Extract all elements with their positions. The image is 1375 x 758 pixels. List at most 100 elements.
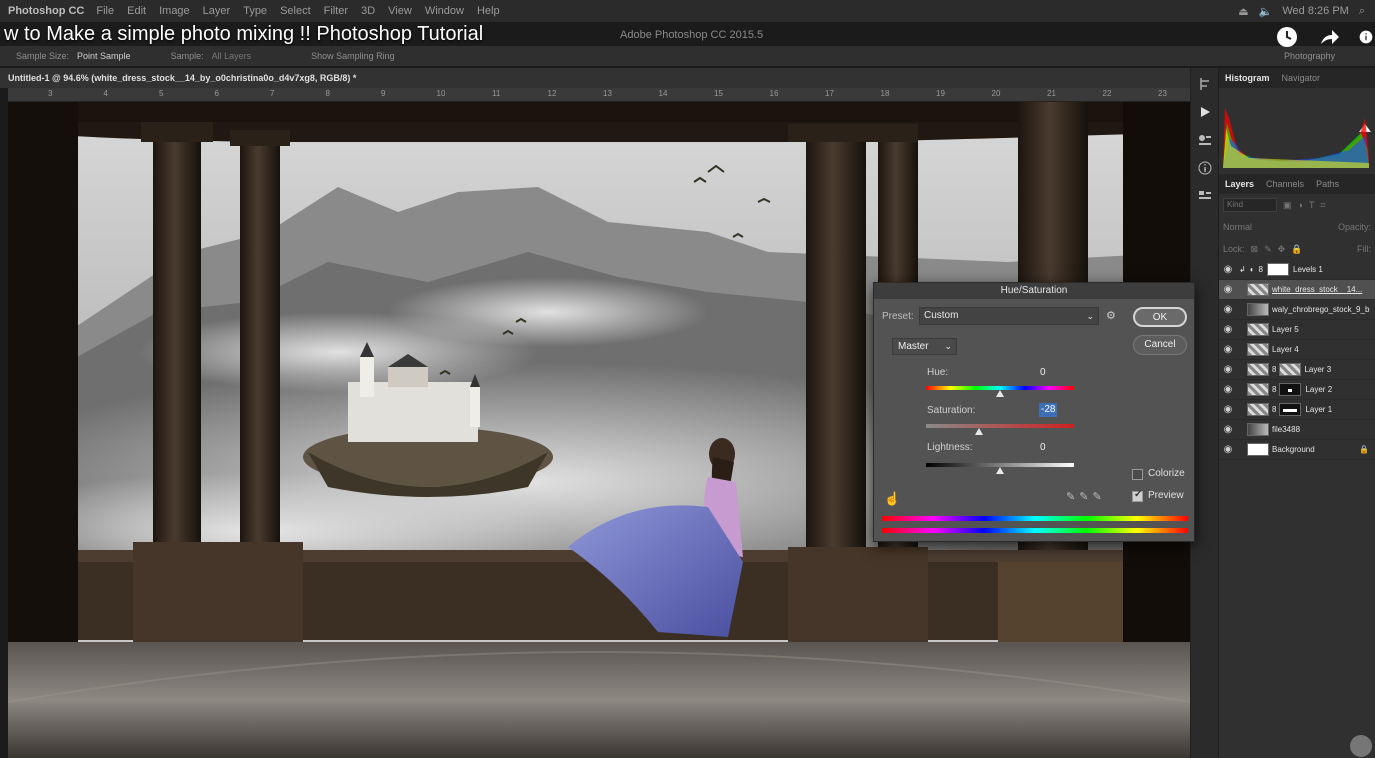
tab-paths[interactable]: Paths — [1310, 179, 1345, 189]
layer-name: white_dress_stock__14... — [1272, 285, 1363, 294]
player-logo-icon[interactable] — [1350, 735, 1372, 757]
layer-thumb — [1247, 343, 1269, 356]
menu-edit[interactable]: Edit — [127, 5, 146, 17]
workspace-switcher[interactable]: Photography — [1284, 51, 1335, 61]
colorize-checkbox[interactable] — [1132, 469, 1143, 480]
menu-filter[interactable]: Filter — [324, 5, 348, 17]
layer-row[interactable]: ◉ Background 🔒 — [1219, 440, 1375, 460]
layer-row[interactable]: ◉ waly_chrobrego_stock_9_b — [1219, 300, 1375, 320]
layer-row[interactable]: ◉ ↲ ◐ 8 Levels 1 — [1219, 260, 1375, 280]
layer-row[interactable]: ◉ Layer 5 — [1219, 320, 1375, 340]
layer-row[interactable]: ◉ 8 Layer 2 — [1219, 380, 1375, 400]
info-panel-icon[interactable] — [1191, 156, 1219, 180]
layer-thumb — [1247, 283, 1269, 296]
tab-histogram[interactable]: Histogram — [1219, 73, 1276, 83]
layer-mask-thumb[interactable] — [1279, 403, 1302, 416]
right-panels: Histogram Navigator Layers Channels Path… — [1218, 68, 1375, 758]
properties-icon[interactable] — [1191, 184, 1219, 208]
visibility-eye-icon[interactable]: ◉ — [1219, 444, 1237, 455]
lightness-input[interactable]: 0 — [1034, 441, 1074, 455]
lock-position-icon[interactable]: ✥ — [1278, 244, 1286, 255]
sample-select[interactable]: All Layers — [212, 51, 252, 61]
layer-mask-thumb[interactable] — [1279, 383, 1302, 396]
targeted-adjust-hand-icon[interactable]: ☝ — [884, 491, 900, 507]
saturation-input[interactable]: -28 — [1039, 403, 1057, 417]
layer-mask-thumb[interactable] — [1279, 363, 1302, 376]
saturation-slider-thumb[interactable] — [975, 428, 983, 435]
layer-row[interactable]: ◉ 8 Layer 1 — [1219, 400, 1375, 420]
app-menu[interactable]: Photoshop CC — [8, 5, 84, 17]
info-icon[interactable] — [1359, 25, 1373, 49]
search-icon[interactable]: ⌕ — [1359, 5, 1365, 18]
menu-3d[interactable]: 3D — [361, 5, 375, 17]
menu-file[interactable]: File — [96, 5, 114, 17]
menu-view[interactable]: View — [388, 5, 412, 17]
visibility-eye-icon[interactable]: ◉ — [1219, 344, 1237, 355]
visibility-eye-icon[interactable]: ◉ — [1219, 424, 1237, 435]
show-ring-checkbox[interactable]: Show Sampling Ring — [311, 51, 395, 61]
filter-shape-icon[interactable]: ⌗ — [1320, 200, 1325, 211]
ruler-tick: 21 — [1047, 89, 1056, 98]
ruler-tick: 5 — [159, 89, 164, 98]
lock-all-icon[interactable]: 🔒 — [1291, 244, 1302, 255]
video-title[interactable]: w to Make a simple photo mixing !! Photo… — [4, 23, 483, 46]
menu-type[interactable]: Type — [243, 5, 267, 17]
visibility-eye-icon[interactable]: ◉ — [1219, 384, 1237, 395]
visibility-eye-icon[interactable]: ◉ — [1219, 364, 1237, 375]
ok-button[interactable]: OK — [1133, 307, 1187, 327]
eyedropper-subtract-icon[interactable]: ✎ — [1092, 491, 1105, 503]
tab-navigator[interactable]: Navigator — [1276, 73, 1327, 83]
menu-select[interactable]: Select — [280, 5, 311, 17]
fill-label: Fill: — [1357, 244, 1371, 254]
ruler-tick: 3 — [48, 89, 53, 98]
layer-row[interactable]: ◉ white_dress_stock__14... — [1219, 280, 1375, 300]
cancel-button[interactable]: Cancel — [1133, 335, 1187, 355]
lock-pixels-icon[interactable]: ⊠ — [1251, 244, 1259, 255]
tab-layers[interactable]: Layers — [1219, 179, 1260, 189]
layer-kind-filter[interactable]: Kind — [1223, 198, 1277, 212]
layer-row[interactable]: ◉ 8 Layer 3 — [1219, 360, 1375, 380]
tab-channels[interactable]: Channels — [1260, 179, 1310, 189]
visibility-eye-icon[interactable]: ◉ — [1219, 324, 1237, 335]
gear-icon[interactable]: ⚙ — [1106, 309, 1116, 322]
preview-checkbox[interactable] — [1132, 489, 1143, 502]
preset-select[interactable]: Custom ⌄ — [919, 307, 1099, 325]
adjustments-icon[interactable] — [1191, 128, 1219, 152]
lightness-slider-thumb[interactable] — [996, 467, 1004, 474]
colorize-label: Colorize — [1148, 468, 1185, 479]
visibility-eye-icon[interactable]: ◉ — [1219, 284, 1237, 295]
history-icon[interactable] — [1191, 72, 1219, 96]
share-icon[interactable] — [1317, 25, 1341, 49]
visibility-eye-icon[interactable]: ◉ — [1219, 264, 1237, 275]
menu-window[interactable]: Window — [425, 5, 464, 17]
visibility-eye-icon[interactable]: ◉ — [1219, 304, 1237, 315]
filter-type-icon[interactable]: T — [1309, 200, 1315, 210]
layer-name: Layer 3 — [1304, 365, 1332, 374]
lock-paint-icon[interactable]: ✎ — [1264, 244, 1272, 255]
watch-later-icon[interactable] — [1275, 25, 1299, 49]
document-tab[interactable]: Untitled-1 @ 94.6% (white_dress_stock__1… — [0, 68, 1190, 88]
hue-slider-thumb[interactable] — [996, 390, 1004, 397]
hue-input[interactable]: 0 — [1034, 366, 1074, 380]
play-actions-icon[interactable] — [1191, 100, 1219, 124]
saturation-slider[interactable] — [926, 424, 1074, 428]
ruler-tick: 10 — [436, 89, 446, 98]
blend-mode-select[interactable]: Normal — [1223, 222, 1252, 232]
layer-row[interactable]: ◉ file3488 — [1219, 420, 1375, 440]
menu-image[interactable]: Image — [159, 5, 190, 17]
layer-thumb — [1247, 363, 1269, 376]
lightness-label: Lightness: — [927, 442, 973, 453]
layer-mask-thumb[interactable] — [1267, 263, 1289, 276]
eyedropper-icon[interactable]: ✎ — [1066, 491, 1079, 503]
sample-size-select[interactable]: Point Sample — [77, 51, 131, 61]
eyedropper-add-icon[interactable]: ✎ — [1079, 491, 1092, 503]
menu-help[interactable]: Help — [477, 5, 500, 17]
channel-select[interactable]: Master ⌄ — [892, 338, 957, 355]
filter-pixel-icon[interactable]: ▣ — [1283, 200, 1292, 211]
layer-row[interactable]: ◉ Layer 4 — [1219, 340, 1375, 360]
visibility-eye-icon[interactable]: ◉ — [1219, 404, 1237, 415]
menu-layer[interactable]: Layer — [203, 5, 231, 17]
dialog-title[interactable]: Hue/Saturation — [874, 283, 1194, 299]
filter-adjust-icon[interactable]: ◑ — [1298, 200, 1303, 210]
clock: Wed 8:26 PM — [1282, 5, 1349, 17]
